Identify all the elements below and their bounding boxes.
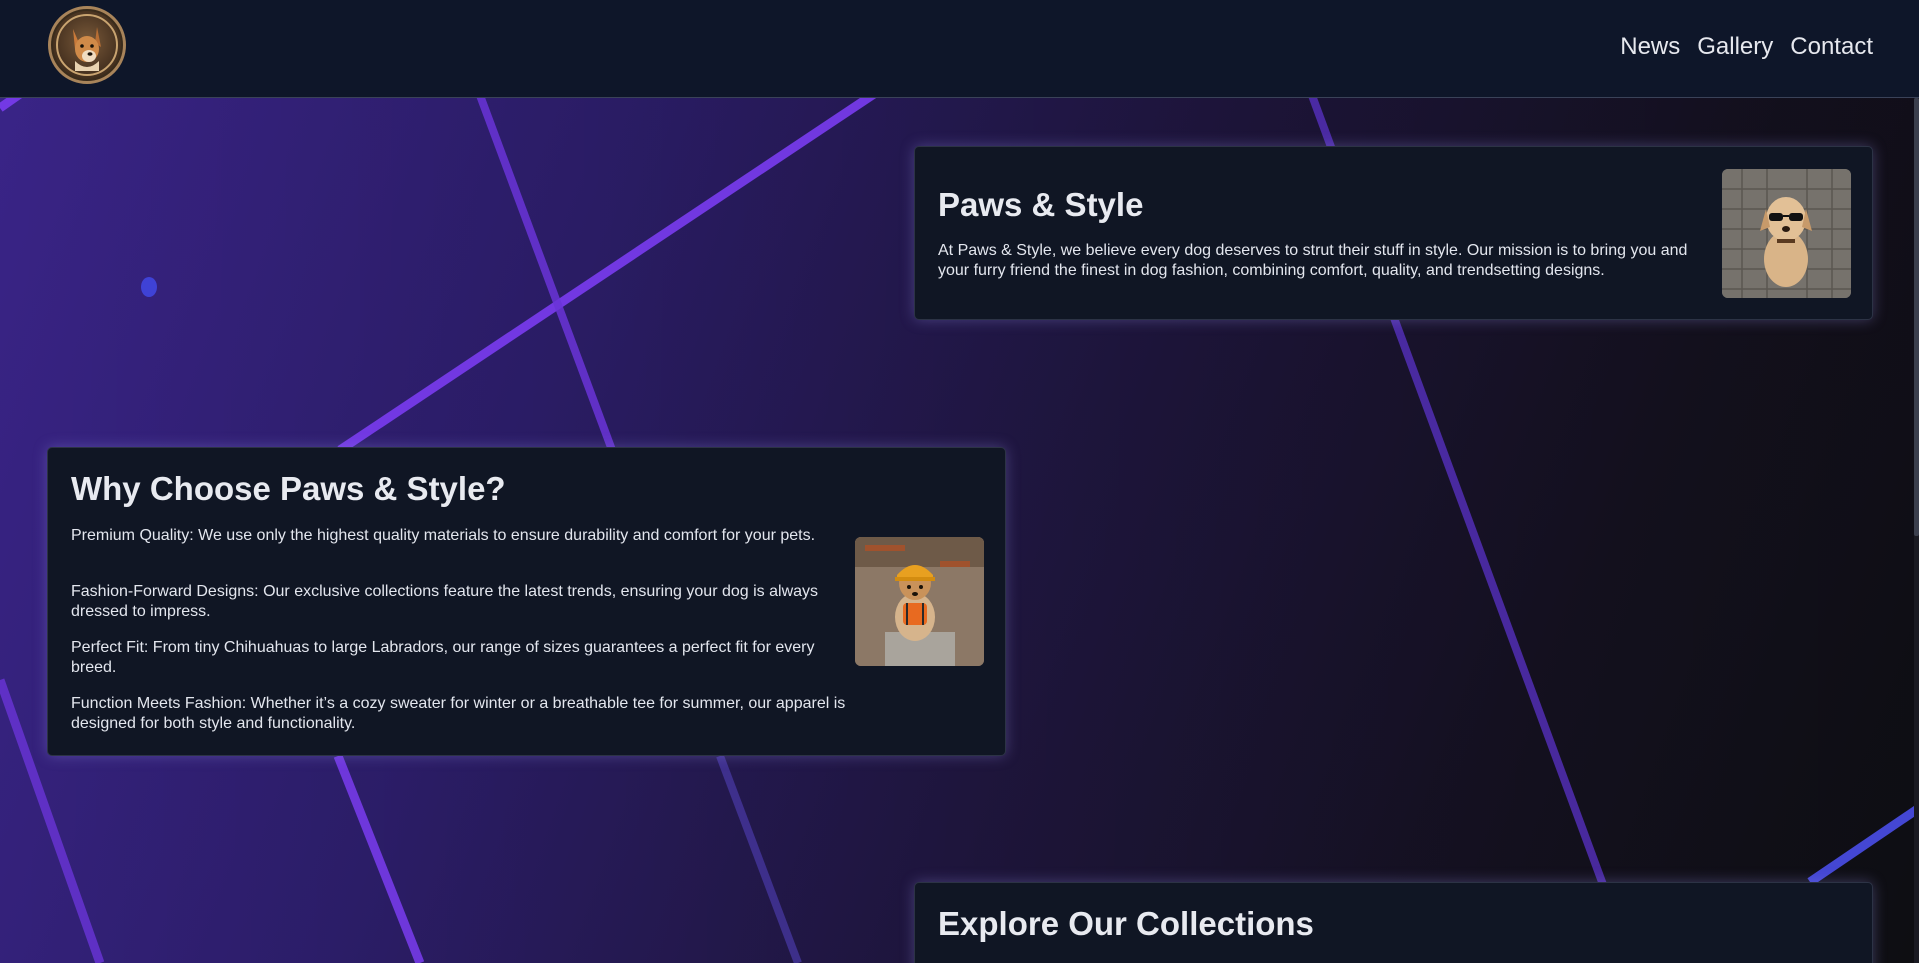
nav-link-gallery[interactable]: Gallery (1697, 32, 1773, 62)
dog-sunglasses-image (1722, 169, 1851, 298)
about-title: Paws & Style (938, 186, 1144, 223)
scrollbar-thumb[interactable] (1914, 98, 1919, 536)
dog-logo-icon[interactable] (48, 6, 126, 84)
explore-title: Explore Our Collections (938, 905, 1314, 942)
about-card: Paws & Style At Paws & Style, we believe… (914, 146, 1873, 320)
about-text: At Paws & Style, we believe every dog de… (938, 242, 1688, 279)
why-point: Perfect Fit: From tiny Chihuahuas to lar… (71, 639, 815, 676)
why-point: Fashion-Forward Designs: Our exclusive c… (71, 583, 819, 620)
dog-hardhat-image (855, 537, 984, 666)
why-title: Why Choose Paws & Style? (71, 470, 506, 507)
why-point: Premium Quality: We use only the highest… (71, 527, 816, 544)
why-choose-card: Why Choose Paws & Style? Premium Quality… (47, 447, 1006, 756)
dog-with-sunglasses-icon (1722, 169, 1851, 298)
dog-head-icon (56, 14, 118, 76)
why-point: Function Meets Fashion: Whether it’s a c… (71, 695, 846, 732)
site-header: News Gallery Contact (0, 0, 1919, 98)
nav-link-contact[interactable]: Contact (1790, 32, 1873, 62)
explore-collections-card: Explore Our Collections (914, 882, 1873, 963)
dog-in-hardhat-icon (855, 537, 984, 666)
main-nav: News Gallery Contact (1620, 32, 1873, 62)
nav-link-news[interactable]: News (1620, 32, 1680, 62)
